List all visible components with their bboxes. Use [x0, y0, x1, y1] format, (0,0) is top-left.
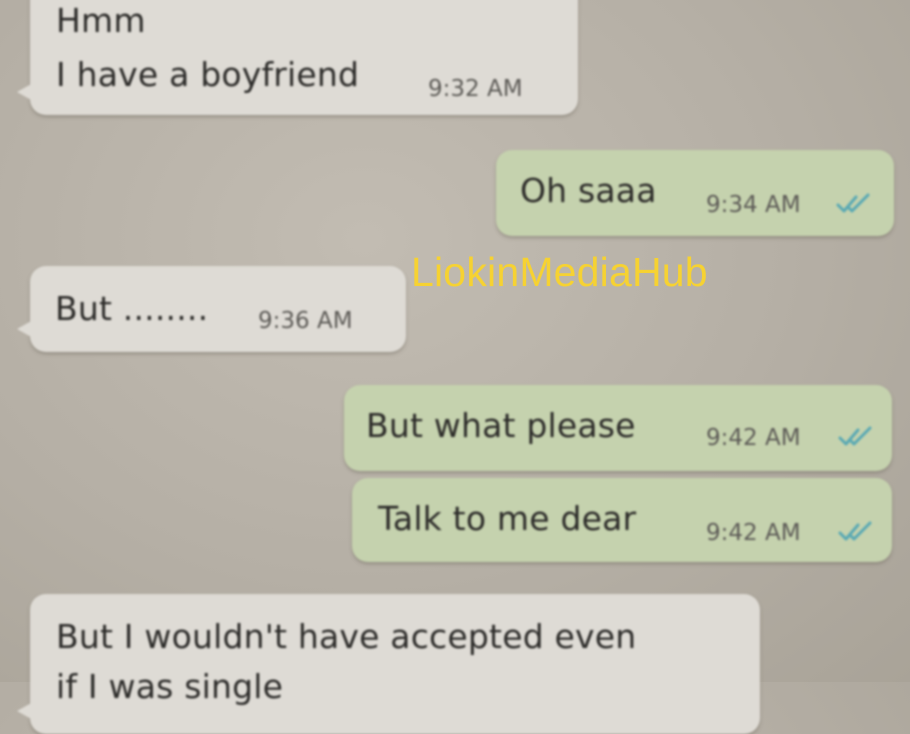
message-text: if I was single	[56, 667, 284, 706]
outgoing-message[interactable]: But what please 9:42 AM	[344, 385, 892, 471]
message-text: Talk to me dear	[378, 499, 637, 538]
message-time: 9:36 AM	[258, 308, 353, 334]
message-text: But ........	[55, 289, 209, 328]
message-time: 9:42 AM	[706, 520, 801, 546]
message-time: 9:42 AM	[706, 425, 801, 451]
double-check-icon	[836, 193, 870, 213]
double-check-icon	[838, 521, 872, 541]
double-check-icon	[838, 426, 872, 446]
message-time: 9:32 AM	[428, 76, 523, 102]
watermark-text: LiokinMediaHub	[411, 249, 708, 295]
incoming-message[interactable]: Hmm I have a boyfriend 9:32 AM	[17, 0, 578, 115]
message-text: But I wouldn't have accepted even	[56, 617, 637, 656]
outgoing-message[interactable]: Oh saaa 9:34 AM	[496, 150, 894, 236]
chat-thread: Hmm I have a boyfriend 9:32 AM Oh saaa 9…	[0, 0, 910, 734]
message-text: But what please	[366, 406, 636, 445]
incoming-message[interactable]: But ........ 9:36 AM	[17, 266, 406, 352]
incoming-message[interactable]: But I wouldn't have accepted even if I w…	[17, 594, 760, 734]
message-text: I have a boyfriend	[56, 55, 360, 94]
message-text: Oh saaa	[520, 171, 657, 210]
message-text: Hmm	[56, 1, 146, 40]
message-time: 9:34 AM	[706, 192, 801, 218]
outgoing-message[interactable]: Talk to me dear 9:42 AM	[352, 478, 892, 562]
